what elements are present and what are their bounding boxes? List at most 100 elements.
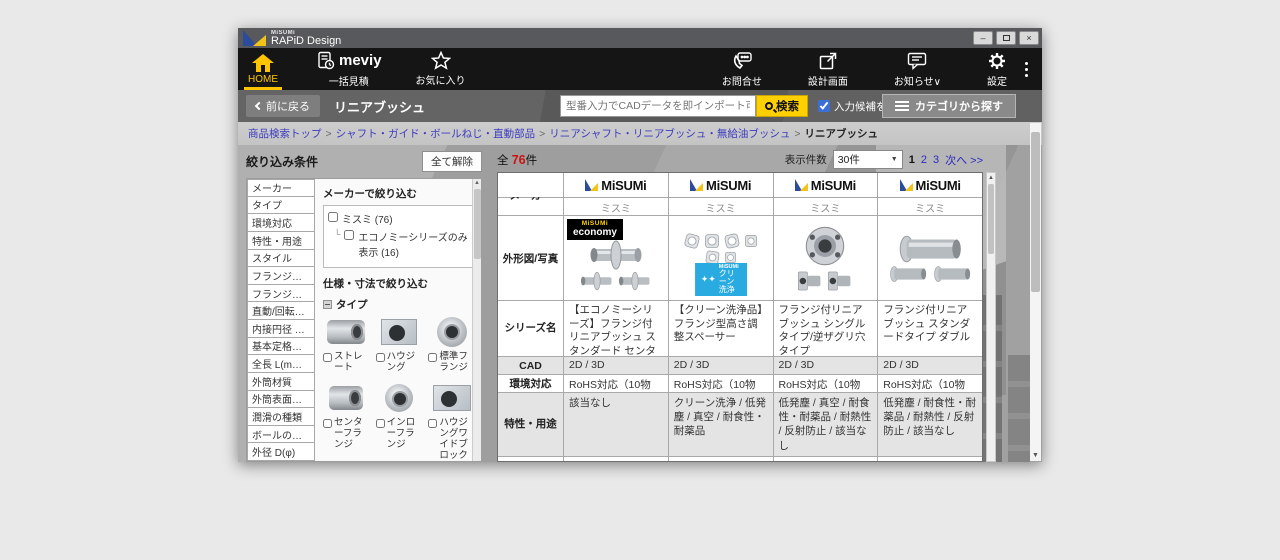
back-button[interactable]: 前に戻る [246,95,320,117]
scroll-thumb[interactable] [474,189,481,259]
type-checkbox[interactable] [376,419,385,428]
scroll-thumb[interactable] [988,184,994,254]
suggest-checkbox[interactable] [818,100,830,112]
sparkle-icon: ✦✦ [701,275,716,284]
filter-tab-surface[interactable]: 外筒表面… [247,391,315,409]
nav-design-screen[interactable]: 設計画面 [798,48,858,90]
nav-notice[interactable]: お知らせ∨ [884,48,951,90]
search-area: 検索 入力候補を表示する [560,95,929,117]
filter-tab-env[interactable]: 環境対応 [247,214,315,232]
category-search-button[interactable]: カテゴリから探す [882,94,1016,118]
maker-filter-box: ミスミ (76) └ エコノミーシリーズのみ表示 (16) [323,205,475,268]
filter-tab-type[interactable]: タイプ [247,197,315,215]
filter-tab-lube[interactable]: 潤滑の種類 [247,408,315,426]
filter-tab-inner-dia[interactable]: 内接円径 … [247,320,315,338]
product-photo-cell[interactable]: MiSUMi economy [564,216,669,300]
next-page-link[interactable]: 次へ >> [945,152,983,168]
filter-body: メーカーで絞り込む ミスミ (76) └ エコノミーシリーズのみ表示 (16) … [315,179,481,461]
minimize-button[interactable]: – [973,31,993,45]
filter-tab-style[interactable]: スタイル [247,250,315,268]
collapse-icon[interactable] [323,300,332,309]
type-label: インローフランジ [387,418,423,451]
type-checkbox[interactable] [376,353,385,362]
chevron-down-icon: ▼ [891,156,898,163]
series-name-cell[interactable]: フランジ付リニアブッシュ スタンダードタイプ ダブル [878,301,982,356]
breadcrumb-link[interactable]: 商品検索トップ [248,126,322,141]
per-page-value: 30件 [838,152,860,167]
product-photo-cell[interactable] [774,216,879,300]
filter-tab-motion[interactable]: 直動/回転… [247,302,315,320]
per-page-select[interactable]: 30件 ▼ [833,150,903,169]
restore-button[interactable] [996,31,1016,45]
maker-checkbox[interactable] [328,212,338,222]
env-cell: RoHS対応（10物質） [774,375,879,392]
type-label: 標準フランジ [439,352,475,374]
search-button[interactable]: 検索 [756,95,808,117]
filter-tab-length[interactable]: 全長 L(m… [247,355,315,373]
feature-cell: 低発塵 / 真空 / 耐食性・耐薬品 / 耐熱性 / 反射防止 / 該当なし [774,393,879,456]
scroll-down-icon[interactable]: ▼ [1030,452,1041,459]
results-header: 全 76件 表示件数 30件 ▼ 1 2 3 次へ >> [497,150,983,169]
nav-meviy[interactable]: meviy 一括見積 [306,48,392,90]
maker-option-economy[interactable]: └ エコノミーシリーズのみ表示 (16) [334,229,470,259]
brand-small: MiSUMi [271,30,341,36]
filter-tab-flange1[interactable]: フランジ… [247,267,315,285]
nav-meviy-label: 一括見積 [329,73,369,88]
nav-settings[interactable]: 設定 [977,48,1017,90]
type-option-housing[interactable]: ハウジング [376,314,423,374]
filter-tab-feature[interactable]: 特性・用途 [247,232,315,250]
product-photo-cell[interactable]: ✦✦ MiSUMiクリーン洗浄 [669,216,774,300]
app-title: MiSUMi RAPiD Design [271,30,341,47]
misumi-logo-icon [795,179,808,191]
nav-contact[interactable]: お問合せ [712,48,772,90]
misumi-logo-icon [585,179,598,191]
type-option-center-flange[interactable]: センターフランジ [323,380,370,461]
scroll-thumb[interactable] [1031,132,1040,292]
page-title: リニアブッシュ [334,97,425,116]
meviy-quote-icon [316,51,336,71]
scroll-up-icon[interactable]: ▲ [987,173,995,183]
window-controls: – × [973,31,1039,45]
series-name-cell[interactable]: 【エコノミーシリーズ】フランジ付リニアブッシュ スタンダード センターフランジ … [564,301,669,356]
breadcrumb-link[interactable]: シャフト・ガイド・ボールねじ・直動部品 [336,126,536,141]
filter-scrollbar[interactable]: ▲ [472,179,481,461]
product-photo-cell[interactable] [878,216,982,300]
type-checkbox[interactable] [428,419,437,428]
filter-tab-maker[interactable]: メーカー [247,179,315,197]
table-row-maker: メーカー MiSUMi MiSUMi MiSUMi MiSUMi [498,173,982,198]
scroll-up-icon[interactable]: ▲ [473,179,481,188]
filter-tab-material[interactable]: 外筒材質 [247,373,315,391]
filter-tab-outer-dia[interactable]: 外径 D(φ) [247,443,315,461]
type-checkbox[interactable] [323,419,332,428]
page-link[interactable]: 3 [933,154,939,166]
type-option-inro-flange[interactable]: インローフランジ [376,380,423,461]
maker-option-misumi[interactable]: ミスミ (76) [328,211,470,226]
type-option-wide-block[interactable]: ハウジングワイドブロック [428,380,475,461]
type-checkbox[interactable] [428,353,437,362]
type-thumb-std-flange [430,314,474,350]
type-group-header[interactable]: タイプ [323,297,475,312]
nav-home[interactable]: HOME [238,48,288,90]
economy-checkbox[interactable] [344,230,354,240]
search-input[interactable] [560,95,756,117]
breadcrumb-link[interactable]: リニアシャフト・リニアブッシュ・無給油ブッシュ [549,126,790,141]
clear-all-button[interactable]: 全て解除 [422,151,482,172]
background-art [1008,355,1030,462]
tree-connector: └ [334,229,340,239]
window-scrollbar[interactable]: ▼ [1030,123,1041,461]
maker-logo-cell: MiSUMi [669,173,774,197]
more-menu-icon[interactable] [1017,48,1036,90]
series-name-cell[interactable]: 【クリーン洗浄品】フランジ型高さ調整スペーサー [669,301,774,356]
filter-tab-rating[interactable]: 基本定格… [247,338,315,356]
series-name-cell[interactable]: フランジ付リニアブッシュ シングルタイプ/逆ザグリ穴タイプ [774,301,879,356]
type-option-straight[interactable]: ストレート [323,314,370,374]
filter-tab-flange2[interactable]: フランジ… [247,285,315,303]
close-button[interactable]: × [1019,31,1039,45]
filter-tab-ball[interactable]: ボールの… [247,426,315,444]
type-option-std-flange[interactable]: 標準フランジ [428,314,475,374]
page-link[interactable]: 2 [921,154,927,166]
table-scrollbar[interactable]: ▲ [986,172,996,462]
type-checkbox[interactable] [323,353,332,362]
search-icon [765,102,773,110]
nav-favorites[interactable]: お気に入り [406,48,476,90]
